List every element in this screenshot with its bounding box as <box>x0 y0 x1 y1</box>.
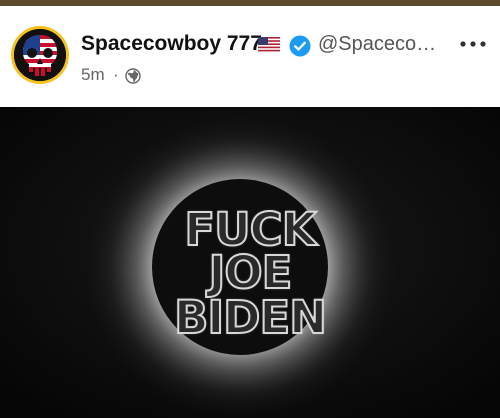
post-header: Spacecowboy 777 @Spaceco… 5m · <box>0 6 500 106</box>
globe-icon <box>125 68 141 84</box>
author-handle[interactable]: @Spaceco… <box>318 33 436 56</box>
author-name[interactable]: Spacecowboy 777 <box>81 32 262 56</box>
meme-text-line-2: JOE <box>208 246 294 299</box>
more-options-icon[interactable] <box>458 36 488 52</box>
avatar[interactable] <box>11 26 69 84</box>
us-flag-icon <box>258 37 280 52</box>
skull-flag-avatar-image <box>14 29 66 81</box>
post-image[interactable]: FUCK JOE BIDEN <box>0 107 500 418</box>
post-time: 5m <box>81 65 105 84</box>
verified-badge-icon <box>289 35 311 57</box>
meme-text-line-3: BIDEN <box>173 291 328 344</box>
meta-separator: · <box>113 65 119 84</box>
